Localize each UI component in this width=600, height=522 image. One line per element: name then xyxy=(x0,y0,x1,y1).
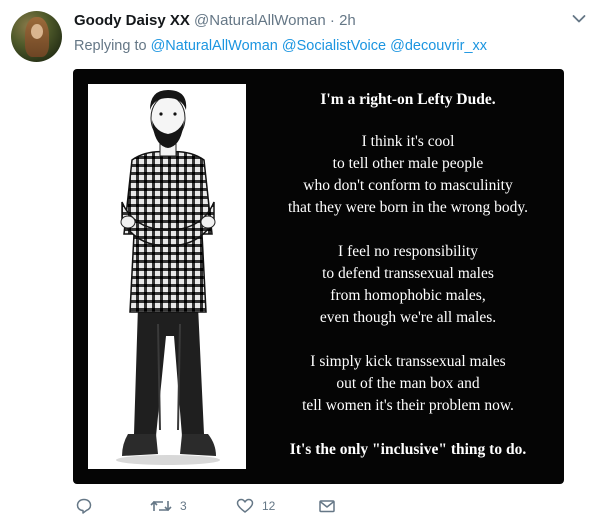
avatar[interactable] xyxy=(11,11,62,62)
like-count: 12 xyxy=(262,499,276,513)
stanza-line: tell women it's their problem now. xyxy=(302,397,514,414)
separator-dot: · xyxy=(329,12,335,29)
illustration-panel xyxy=(88,84,246,469)
tweet-header: Goody Daisy XX @NaturalAllWoman · 2h xyxy=(74,12,356,29)
meme-closing-line: It's the only "inclusive" thing to do. xyxy=(289,441,527,458)
display-name[interactable]: Goody Daisy XX xyxy=(74,12,190,29)
reply-button[interactable] xyxy=(75,497,93,515)
heart-icon xyxy=(236,498,254,513)
stanza-line: I think it's cool xyxy=(361,133,455,150)
mention-link[interactable]: @SocialistVoice xyxy=(282,38,386,54)
direct-message-button[interactable] xyxy=(318,497,336,515)
stanza-line: to tell other male people xyxy=(332,155,484,172)
stanza-line: out of the man box and xyxy=(336,375,480,392)
timestamp[interactable]: 2h xyxy=(339,12,356,29)
retweet-icon xyxy=(150,500,172,512)
stanza-line: to defend transsexual males xyxy=(322,265,494,282)
stanza-2: I feel no responsibility to defend trans… xyxy=(258,241,558,329)
tweet: Goody Daisy XX @NaturalAllWoman · 2h Rep… xyxy=(0,0,600,522)
replying-to-label: Replying to xyxy=(74,38,147,54)
stanza-1: I think it's cool to tell other male peo… xyxy=(258,131,558,219)
stanza-line: even though we're all males. xyxy=(319,309,497,326)
tweet-media-image[interactable]: I'm a right-on Lefty Dude. I think it's … xyxy=(73,69,564,484)
stanza-3: I simply kick transsexual males out of t… xyxy=(258,351,558,417)
stanza-line: I feel no responsibility xyxy=(338,243,478,260)
like-button[interactable]: 12 xyxy=(236,497,275,515)
reply-icon xyxy=(76,498,92,514)
stanza-line: from homophobic males, xyxy=(330,287,486,304)
retweet-button[interactable]: 3 xyxy=(150,497,187,515)
mention-link[interactable]: @decouvrir_xx xyxy=(390,38,487,54)
user-handle[interactable]: @NaturalAllWoman xyxy=(194,12,326,29)
bearded-man-illustration xyxy=(116,90,220,465)
replying-to: Replying to @NaturalAllWoman @SocialistV… xyxy=(74,38,487,54)
envelope-icon xyxy=(319,500,335,513)
meme-text: I'm a right-on Lefty Dude. I think it's … xyxy=(258,89,558,461)
mention-link[interactable]: @NaturalAllWoman xyxy=(151,38,278,54)
retweet-count: 3 xyxy=(180,499,187,513)
stanza-line: that they were born in the wrong body. xyxy=(287,199,529,216)
meme-title: I'm a right-on Lefty Dude. xyxy=(320,91,496,108)
chevron-down-icon[interactable] xyxy=(572,14,586,24)
stanza-line: who don't conform to masculinity xyxy=(303,177,513,194)
stanza-line: I simply kick transsexual males xyxy=(310,353,506,370)
tweet-actions: 3 12 xyxy=(0,497,600,521)
